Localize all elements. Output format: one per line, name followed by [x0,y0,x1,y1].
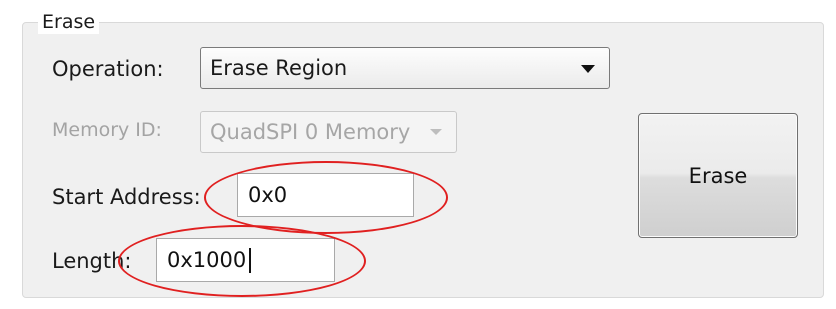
length-label: Length: [52,249,132,273]
operation-dropdown-value: Erase Region [210,56,348,80]
dropdown-arrow-icon [430,129,442,135]
memory-id-label: Memory ID: [52,119,162,141]
memory-id-dropdown[interactable]: QuadSPI 0 Memory [200,111,457,153]
operation-dropdown[interactable]: Erase Region [200,47,610,89]
erase-button[interactable]: Erase [638,113,798,238]
memory-id-dropdown-value: QuadSPI 0 Memory [210,120,411,144]
text-caret [249,248,251,273]
operation-label: Operation: [52,57,164,81]
length-input[interactable] [156,238,335,282]
start-address-label: Start Address: [52,185,201,209]
dropdown-arrow-icon [581,65,595,73]
start-address-input[interactable] [237,173,414,217]
erase-group-title: Erase [38,10,100,34]
